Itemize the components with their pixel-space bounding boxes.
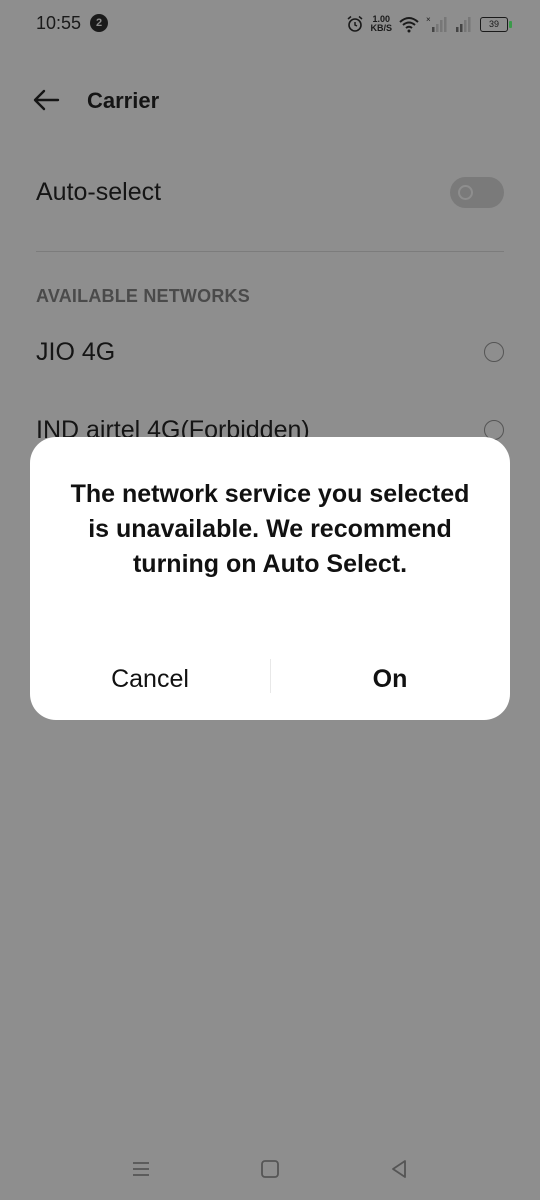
speed-unit: KB/S — [370, 23, 392, 33]
network-speed: 1.00 KB/S — [370, 15, 392, 33]
alarm-icon — [348, 15, 363, 32]
wifi-icon — [399, 17, 419, 33]
notification-count-badge: 2 — [90, 14, 108, 32]
network-radio[interactable] — [484, 342, 504, 362]
status-icons: 1.00 KB/S × 39 — [346, 12, 512, 36]
nav-back-button[interactable] — [384, 1154, 414, 1184]
on-button[interactable]: On — [270, 649, 510, 709]
auto-select-toggle[interactable] — [450, 177, 504, 208]
dialog-message: The network service you selected is unav… — [70, 480, 470, 578]
svg-text:×: × — [426, 15, 431, 24]
back-triangle-icon — [392, 1160, 406, 1178]
auto-select-row[interactable]: Auto-select — [0, 160, 540, 226]
divider — [36, 251, 504, 252]
network-item[interactable]: JIO 4G — [0, 326, 540, 386]
status-bar: 10:55 2 1.00 KB/S × 39 — [0, 0, 540, 48]
status-time: 10:55 — [36, 13, 82, 33]
recents-button[interactable] — [126, 1154, 156, 1184]
home-icon — [261, 1160, 279, 1178]
signal-icon: × — [426, 15, 447, 32]
toggle-knob — [458, 185, 473, 200]
battery-icon: 39 — [480, 16, 512, 32]
signal-icon-2 — [456, 17, 471, 32]
page-title: Carrier — [87, 88, 160, 113]
back-button[interactable] — [28, 84, 64, 116]
home-button[interactable] — [255, 1154, 285, 1184]
back-arrow-icon — [33, 89, 60, 111]
auto-select-dialog: The network service you selected is unav… — [30, 437, 510, 720]
network-label: JIO 4G — [36, 338, 116, 366]
auto-select-label: Auto-select — [36, 178, 162, 206]
section-header: AVAILABLE NETWORKS — [36, 286, 250, 306]
app-bar: Carrier — [0, 70, 540, 130]
cancel-button[interactable]: Cancel — [30, 649, 270, 709]
menu-icon — [133, 1162, 149, 1176]
navigation-bar — [0, 1140, 540, 1200]
